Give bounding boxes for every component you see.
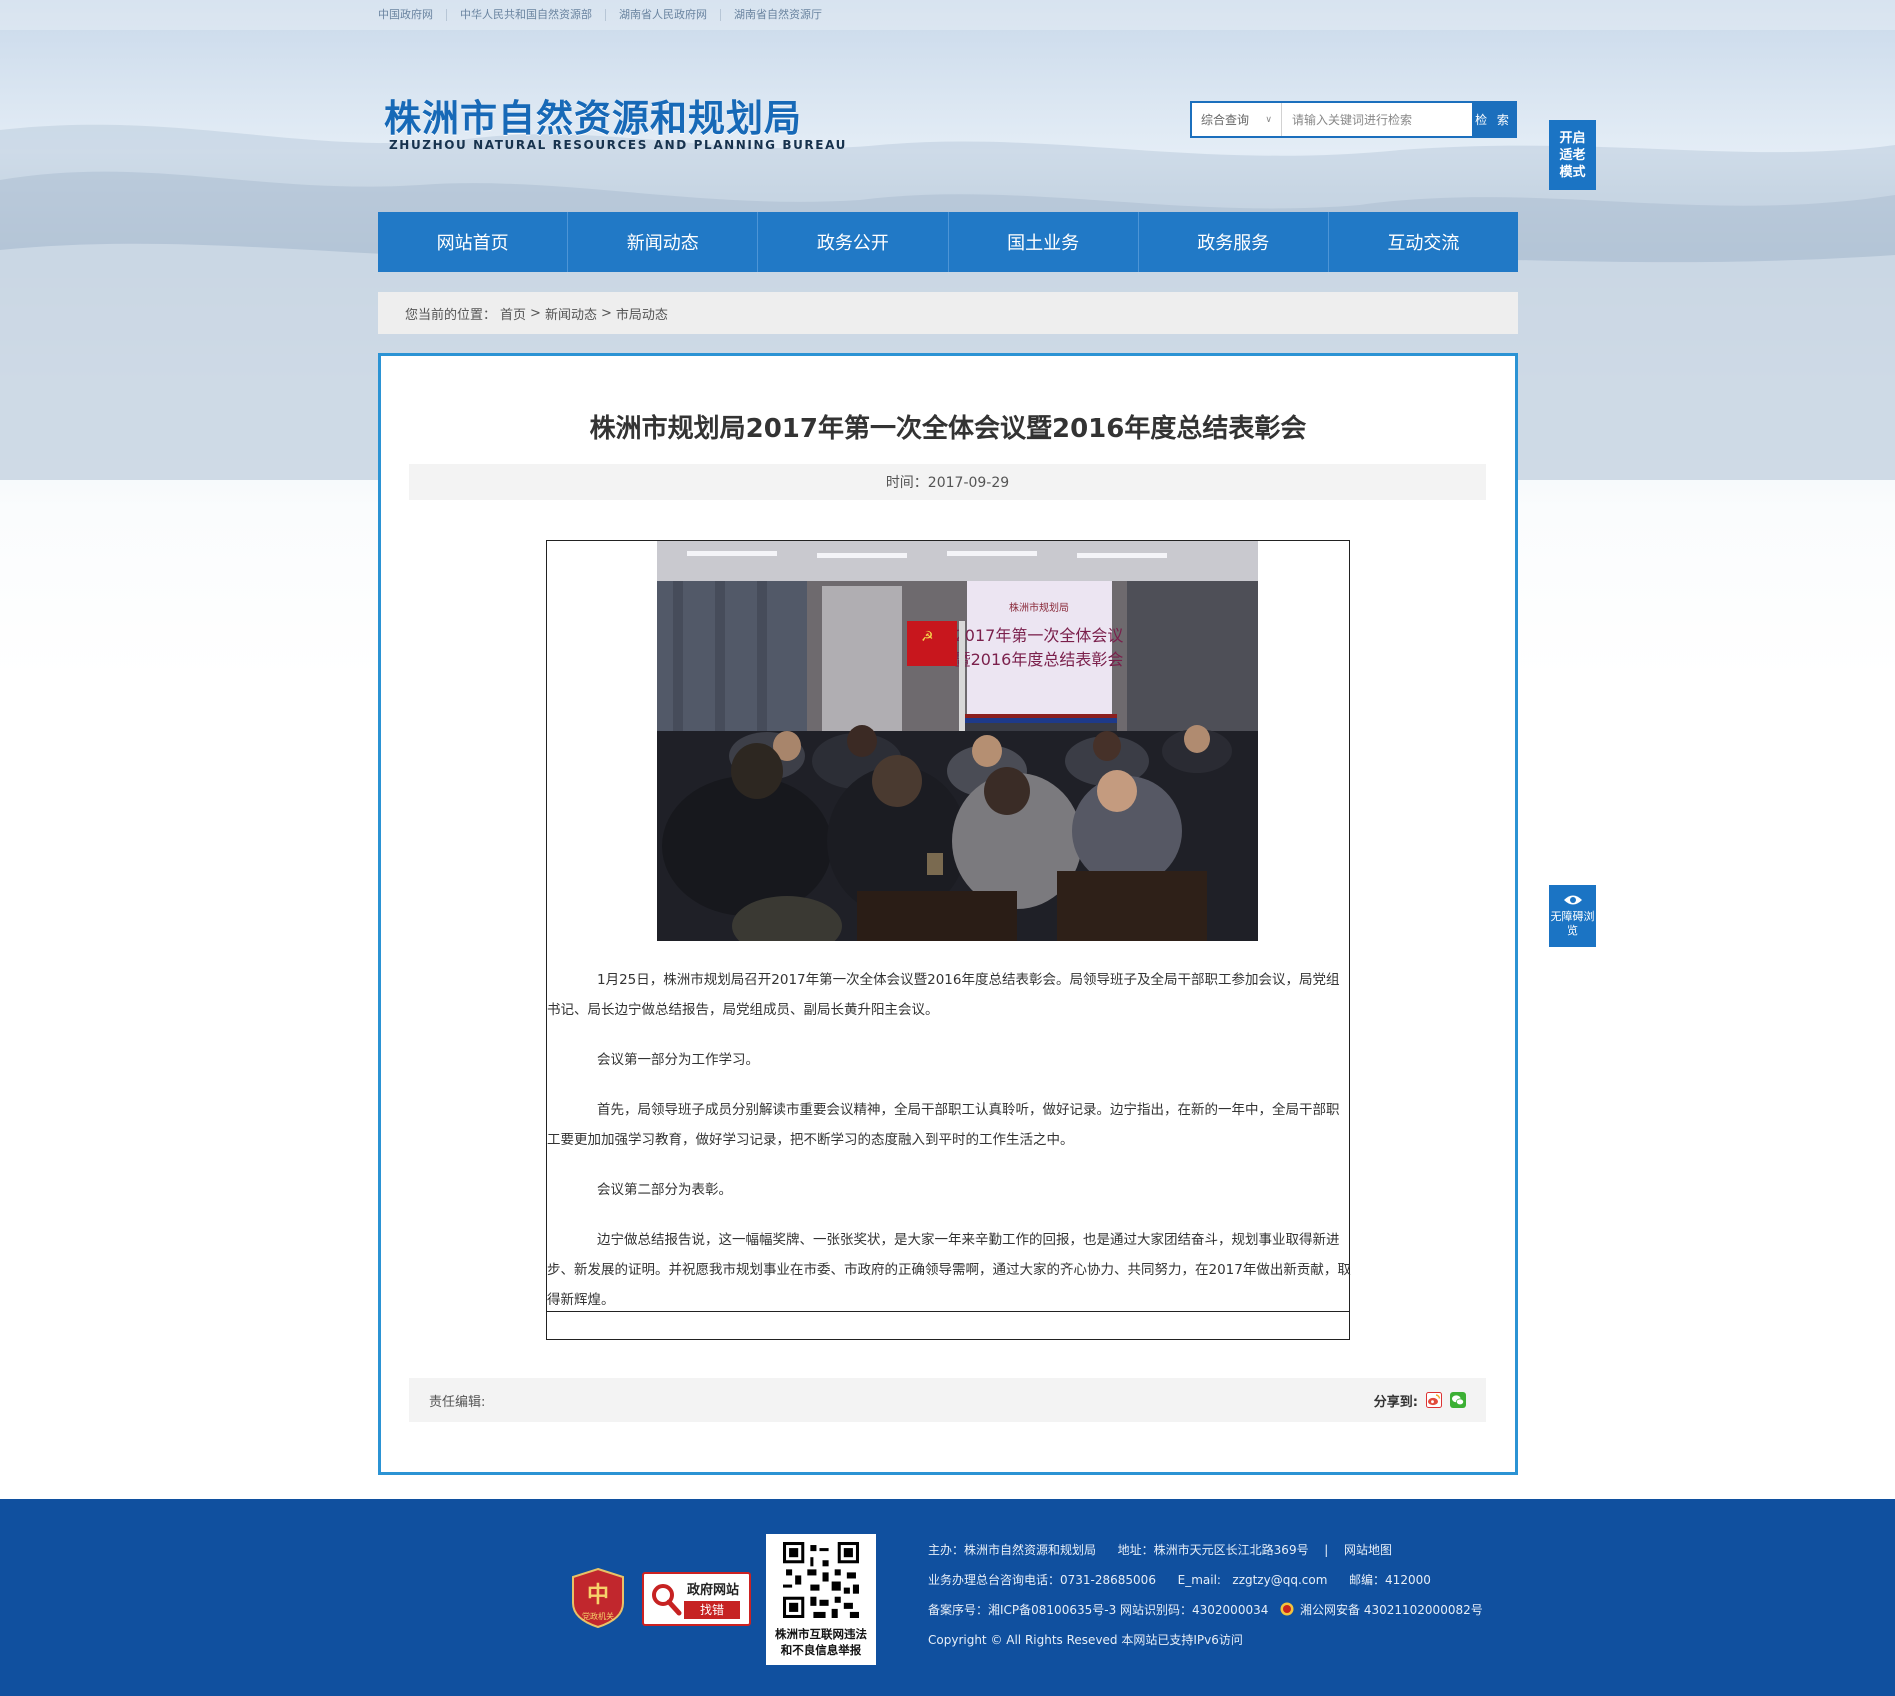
share-label: 分享到: <box>1373 1394 1418 1410</box>
nav-item-gov-affairs[interactable]: 政务公开 <box>758 212 949 272</box>
wechat-icon[interactable] <box>1450 1392 1466 1408</box>
footer-row-host: 主办：株洲市自然资源和规划局 地址：株洲市天元区长江北路369号 | 网站地图 <box>928 1535 1483 1565</box>
footer-copyright: Copyright © All Rights Reseved 本网站已支持IPv… <box>928 1633 1243 1647</box>
breadcrumb-prefix: 您当前的位置： <box>405 307 497 323</box>
footer-email: E_mail: zzgtzy@qq.com <box>1177 1573 1328 1587</box>
gov-site-error-report-badge[interactable]: 政府网站 找错 <box>642 1572 751 1626</box>
footer-address: 地址：株洲市天元区长江北路369号 <box>1117 1543 1309 1557</box>
eye-icon <box>1563 895 1582 905</box>
police-badge-icon <box>1280 1602 1294 1616</box>
site-logo-title[interactable]: 株洲市自然资源和规划局 <box>384 88 802 142</box>
breadcrumb-separator: > <box>600 305 612 321</box>
footer-sep: | <box>1324 1543 1329 1557</box>
search-box: 综合查询 ∨ 检 索 <box>1190 101 1517 138</box>
svg-text:☭: ☭ <box>921 629 934 645</box>
share-group: 分享到: <box>1374 1391 1466 1410</box>
search-scope-select[interactable]: 综合查询 ∨ <box>1192 103 1282 136</box>
breadcrumb: 您当前的位置： 首页 > 新闻动态 > 市局动态 <box>378 292 1518 334</box>
report-qr-box[interactable]: 株洲市互联网违法 和不良信息举报 <box>766 1534 876 1665</box>
search-button[interactable]: 检 索 <box>1472 103 1515 136</box>
slide-line-2: 2017年第一次全体会议 <box>955 626 1124 645</box>
footer-row-icp: 备案序号：湘ICP备08100635号-3 网站识别码：4302000034 湘… <box>928 1595 1483 1625</box>
top-link-gov[interactable]: 中国政府网 <box>378 9 446 21</box>
responsible-editor: 责任编辑: <box>429 1394 486 1410</box>
chevron-down-icon: ∨ <box>1265 114 1272 125</box>
qr-caption-line1: 株洲市互联网违法 <box>775 1627 867 1641</box>
article-panel: 株洲市规划局2017年第一次全体会议暨2016年度总结表彰会 时间：2017-0… <box>378 353 1518 1475</box>
top-link-hunan-gov[interactable]: 湖南省人民政府网 <box>605 9 720 21</box>
footer-icp[interactable]: 备案序号：湘ICP备08100635号-3 网站识别码：4302000034 <box>928 1603 1268 1617</box>
footer-sitemap-link[interactable]: 网站地图 <box>1344 1543 1392 1557</box>
table-divider <box>547 1311 1349 1312</box>
qr-caption-line2: 和不良信息举报 <box>780 1643 862 1657</box>
footer-row-contact: 业务办理总台咨询电话：0731-28685006 E_mail: zzgtzy@… <box>928 1565 1483 1595</box>
qr-code-icon <box>783 1542 859 1618</box>
breadcrumb-city-news[interactable]: 市局动态 <box>616 304 668 323</box>
main-nav: 网站首页 新闻动态 政务公开 国土业务 政务服务 互动交流 <box>378 212 1518 272</box>
magnifier-icon <box>652 1584 682 1616</box>
breadcrumb-separator: > <box>530 305 541 321</box>
search-scope-label: 综合查询 <box>1201 113 1250 127</box>
accessibility-button[interactable]: 无障碍浏览 <box>1549 885 1596 947</box>
breadcrumb-home[interactable]: 首页 <box>500 304 526 323</box>
article-title: 株洲市规划局2017年第一次全体会议暨2016年度总结表彰会 <box>589 414 1307 444</box>
top-links: 中国政府网 中华人民共和国自然资源部 湖南省人民政府网 湖南省自然资源厅 <box>378 0 835 30</box>
footer-phone: 业务办理总台咨询电话：0731-28685006 <box>928 1573 1156 1587</box>
article-footer-bar: 责任编辑: 分享到: <box>409 1378 1486 1422</box>
article-date: 时间：2017-09-29 <box>409 464 1486 500</box>
nav-item-gov-service[interactable]: 政务服务 <box>1139 212 1329 272</box>
slide-line-1: 株洲市规划局 <box>1009 601 1069 614</box>
top-link-bar: 中国政府网 中华人民共和国自然资源部 湖南省人民政府网 湖南省自然资源厅 <box>0 0 1895 30</box>
article-paragraph: 首先，局领导班子成员分别解读市重要会议精神，全局干部职工认真聆听，做好记录。边宁… <box>547 1102 1340 1148</box>
site-footer: 中 党政机关 政府网站 找错 株洲市互联网违法 和不良信息举报 主办：株洲市自然… <box>0 1499 1895 1696</box>
nav-item-home[interactable]: 网站首页 <box>378 212 569 272</box>
nav-item-news[interactable]: 新闻动态 <box>568 212 759 272</box>
elder-mode-button[interactable]: 开启适老模式 <box>1549 120 1596 190</box>
party-badge-label: 党政机关 <box>582 1611 614 1621</box>
article-paragraph: 会议第一部分为工作学习。 <box>597 1052 759 1068</box>
nav-item-interaction[interactable]: 互动交流 <box>1329 212 1518 272</box>
article-paragraphs: 1月25日，株洲市规划局召开2017年第一次全体会议暨2016年度总结表彰会。局… <box>547 965 1351 1335</box>
top-link-mnr[interactable]: 中华人民共和国自然资源部 <box>446 9 605 21</box>
accessibility-label: 无障碍浏览 <box>1550 910 1595 937</box>
article-body-table: 株洲市规划局 2017年第一次全体会议 暨2016年度总结表彰会 ☭ 1月25日… <box>546 540 1351 1340</box>
article-paragraph: 1月25日，株洲市规划局召开2017年第一次全体会议暨2016年度总结表彰会。局… <box>547 972 1340 1018</box>
footer-info: 主办：株洲市自然资源和规划局 地址：株洲市天元区长江北路369号 | 网站地图 … <box>928 1535 1483 1655</box>
footer-zip: 邮编：412000 <box>1349 1573 1431 1587</box>
party-gov-badge-icon[interactable]: 中 党政机关 <box>570 1567 626 1629</box>
slide-line-3: 暨2016年度总结表彰会 <box>955 650 1124 669</box>
qr-caption: 株洲市互联网违法 和不良信息举报 <box>766 1626 876 1658</box>
gov-badge-title: 政府网站 <box>687 1583 740 1598</box>
site-logo-subtitle: ZHUZHOU NATURAL RESOURCES AND PLANNING B… <box>389 138 847 152</box>
nav-item-land-business[interactable]: 国土业务 <box>949 212 1139 272</box>
article-paragraph: 会议第二部分为表彰。 <box>597 1182 732 1198</box>
breadcrumb-news[interactable]: 新闻动态 <box>545 304 597 323</box>
weibo-icon[interactable] <box>1426 1392 1442 1408</box>
meeting-photo: 株洲市规划局 2017年第一次全体会议 暨2016年度总结表彰会 ☭ <box>657 541 1258 941</box>
footer-host: 主办：株洲市自然资源和规划局 <box>928 1543 1097 1557</box>
svg-text:中: 中 <box>587 1582 609 1608</box>
footer-police-record[interactable]: 湘公网安备 43021102000082号 <box>1300 1603 1483 1617</box>
article-paragraph: 边宁做总结报告说，这一幅幅奖牌、一张张奖状，是大家一年来辛勤工作的回报，也是通过… <box>547 1232 1351 1308</box>
search-input[interactable] <box>1282 103 1472 136</box>
top-link-hunan-dnr[interactable]: 湖南省自然资源厅 <box>720 9 835 21</box>
gov-badge-action: 找错 <box>684 1601 740 1619</box>
